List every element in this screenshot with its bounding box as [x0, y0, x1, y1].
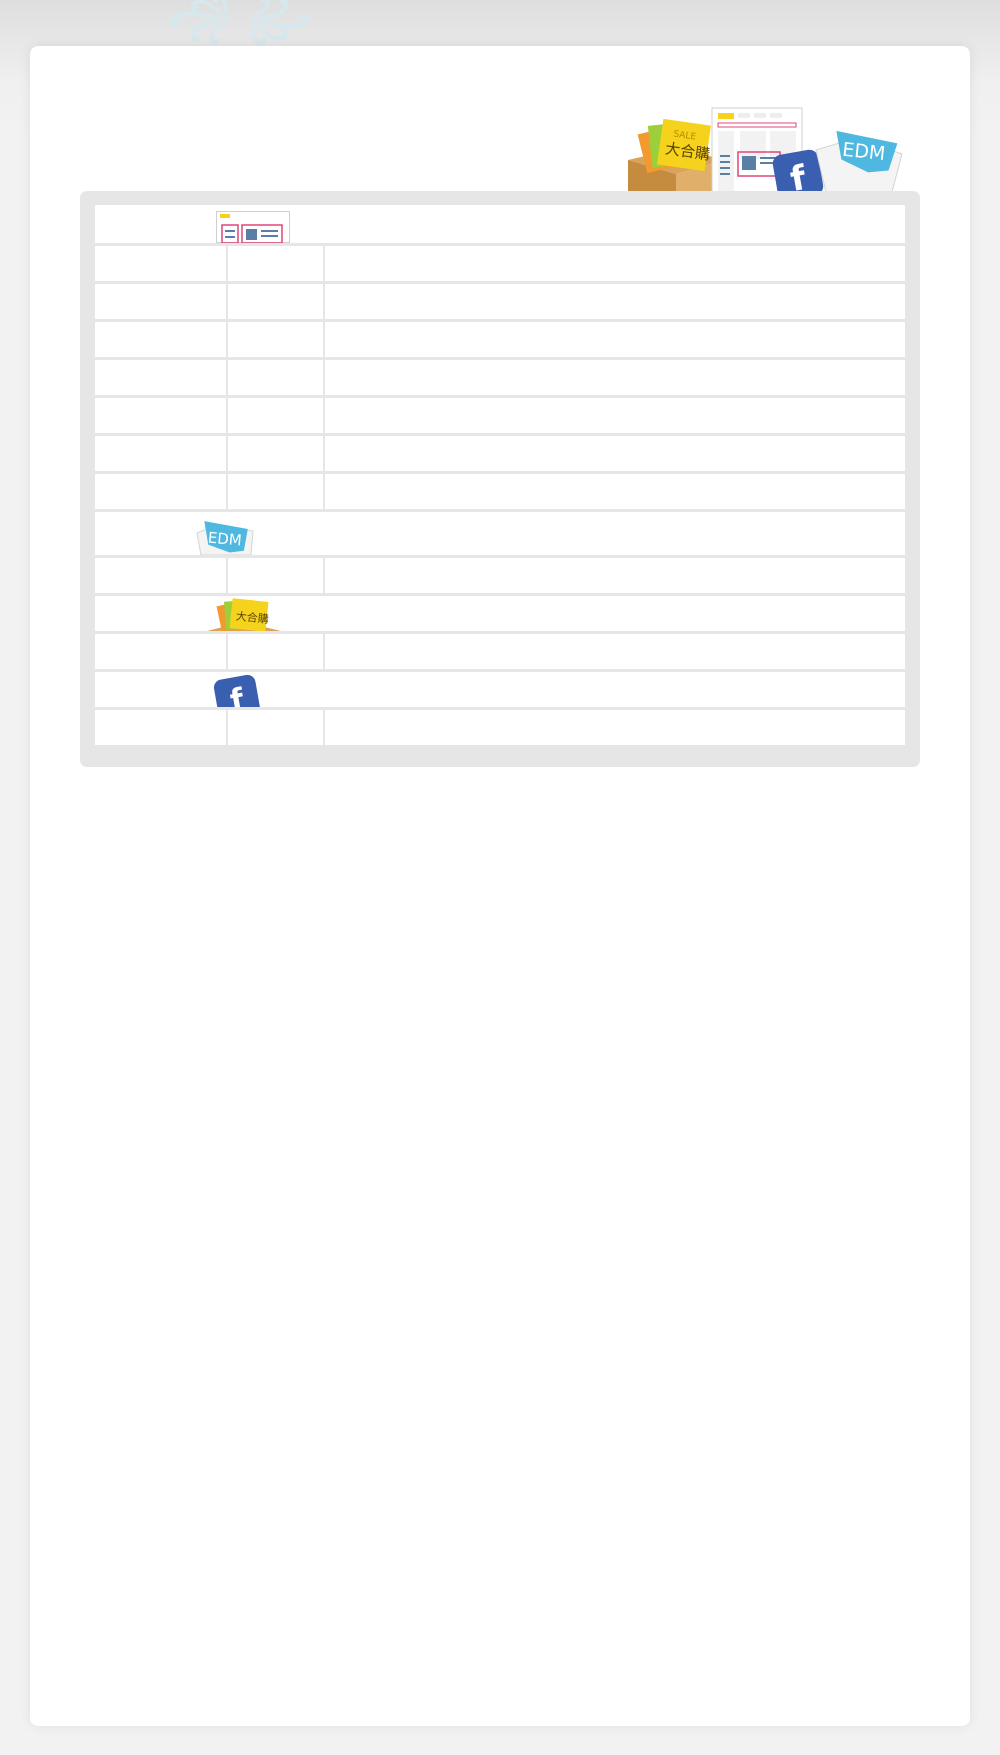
table-cell — [95, 474, 228, 509]
table-cell — [325, 398, 905, 433]
edm-envelope-icon: EDM — [195, 519, 257, 555]
table-cell — [228, 246, 325, 281]
hero-illustration: SALE 大合購 f EDM — [620, 100, 910, 192]
schedule-table: EDM 大合購 f — [95, 205, 905, 748]
table-row — [95, 558, 905, 593]
edm-label: EDM — [841, 139, 886, 165]
table-cell — [228, 284, 325, 319]
table-row — [95, 284, 905, 319]
table-cell — [228, 360, 325, 395]
table-cell — [95, 360, 228, 395]
table-cell — [228, 710, 325, 745]
sale-box-icon: 大合購 — [207, 598, 281, 631]
facebook-icon: f — [213, 674, 263, 707]
table-cell — [228, 474, 325, 509]
sale-box-icon: SALE 大合購 — [628, 118, 724, 192]
table-cell — [228, 558, 325, 593]
table-row — [95, 710, 905, 745]
table-cell — [228, 436, 325, 471]
table-cell — [95, 436, 228, 471]
table-cell — [228, 398, 325, 433]
table-cell — [325, 322, 905, 357]
table-cell — [228, 634, 325, 669]
table-cell — [325, 284, 905, 319]
table-row — [95, 634, 905, 669]
table-cell — [325, 710, 905, 745]
table-cell — [95, 246, 228, 281]
table-row — [95, 398, 905, 433]
section-header-edm: EDM — [95, 512, 905, 555]
table-row — [95, 322, 905, 357]
newspaper-icon — [216, 211, 290, 243]
table-cell — [325, 360, 905, 395]
table-cell — [95, 558, 228, 593]
table-cell — [228, 322, 325, 357]
table-row — [95, 474, 905, 509]
section-header-facebook: f — [95, 672, 905, 707]
table-row — [95, 246, 905, 281]
table-cell — [325, 558, 905, 593]
table-cell — [325, 436, 905, 471]
table-cell — [325, 474, 905, 509]
table-cell — [325, 246, 905, 281]
table-row — [95, 360, 905, 395]
table-row — [95, 436, 905, 471]
table-cell — [95, 284, 228, 319]
table-cell — [95, 710, 228, 745]
table-cell — [325, 634, 905, 669]
edm-label: EDM — [207, 529, 242, 550]
section-header-newspaper — [95, 205, 905, 243]
table-cell — [95, 634, 228, 669]
table-cell — [95, 322, 228, 357]
section-header-group-buy: 大合購 — [95, 596, 905, 631]
site-logo-icon[interactable]: ꧁ ꧂ — [168, 0, 313, 46]
edm-envelope-icon: EDM — [815, 130, 903, 192]
table-cell — [95, 398, 228, 433]
